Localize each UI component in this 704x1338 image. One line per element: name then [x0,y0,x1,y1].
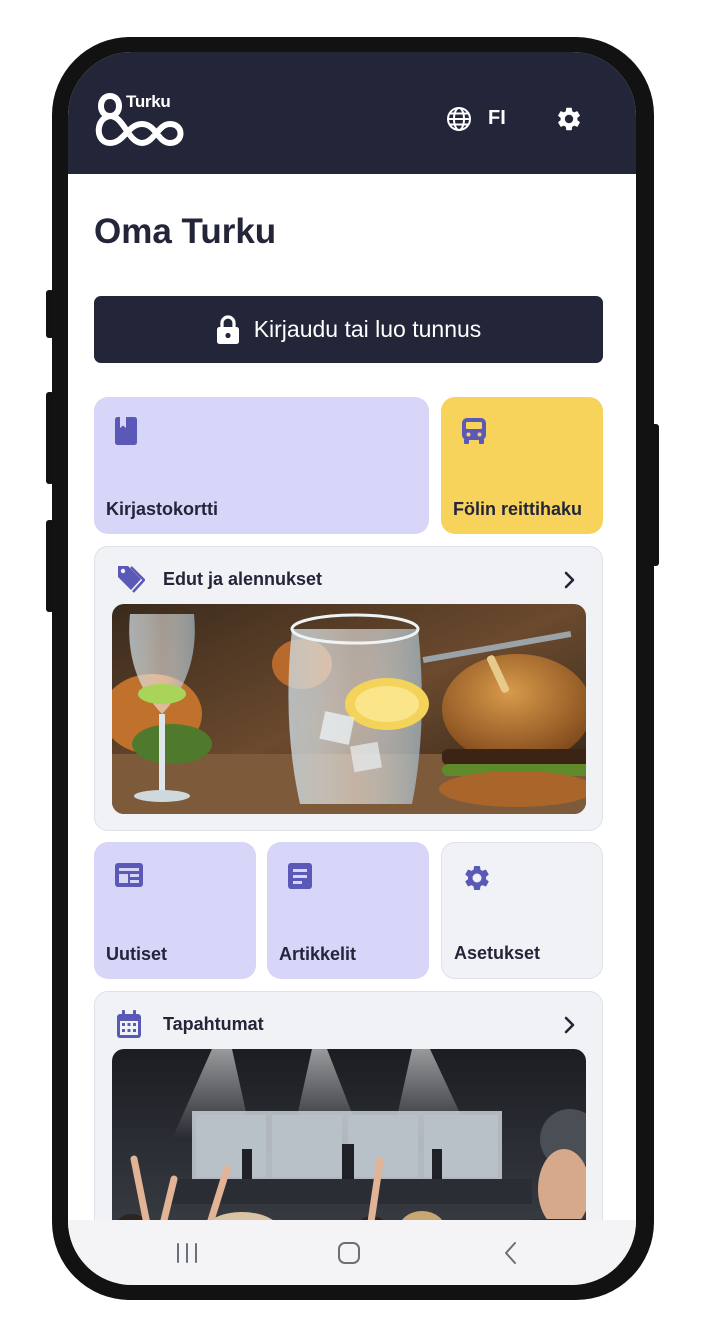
tile-library-card[interactable]: Kirjastokortti [94,397,429,534]
gear-icon [465,865,489,890]
tile-label: Fölin reittihaku [453,499,583,519]
login-button-label: Kirjaudu tai luo tunnus [253,316,482,342]
bus-icon [462,418,486,444]
turku-logo[interactable]: Turku [92,88,186,150]
news-icon [115,863,143,887]
tile-label: Artikkelit [279,944,357,964]
concert-crowd-photo [112,1049,586,1249]
tile-label: Uutiset [106,944,168,964]
language-selector[interactable]: FI [488,107,506,130]
calendar-icon [117,1010,141,1038]
gear-icon[interactable] [555,105,583,133]
login-button[interactable]: Kirjaudu tai luo tunnus [94,296,603,363]
screen: Turku FI Oma Turku Kirjaudu tai luo tunn… [68,52,636,1285]
drinks-and-burger-photo [112,604,586,814]
chevron-right-icon[interactable] [564,571,576,589]
benefits-section[interactable]: Edut ja alennukset [94,546,603,831]
globe-icon[interactable] [446,106,472,132]
events-title: Tapahtumat [163,1014,264,1034]
system-nav-bar [68,1220,636,1285]
back-icon[interactable] [502,1241,520,1265]
benefits-title: Edut ja alennukset [163,569,323,589]
tile-settings[interactable]: Asetukset [441,842,603,979]
tile-route-search[interactable]: Fölin reittihaku [441,397,603,534]
book-icon [115,417,137,445]
logo-text: Turku [126,92,171,111]
tile-articles[interactable]: Artikkelit [267,842,429,979]
tile-label: Asetukset [454,943,541,963]
recents-icon[interactable] [175,1242,199,1264]
lock-icon [216,314,239,344]
page-title: Oma Turku [94,212,277,251]
tag-icon [118,566,145,593]
events-section[interactable]: Tapahtumat [94,991,603,1251]
article-icon [288,863,312,889]
tile-label: Kirjastokortti [106,499,219,519]
home-icon[interactable] [336,1241,362,1265]
app-header: Turku FI [68,52,636,174]
chevron-right-icon[interactable] [564,1016,576,1034]
tile-news[interactable]: Uutiset [94,842,256,979]
